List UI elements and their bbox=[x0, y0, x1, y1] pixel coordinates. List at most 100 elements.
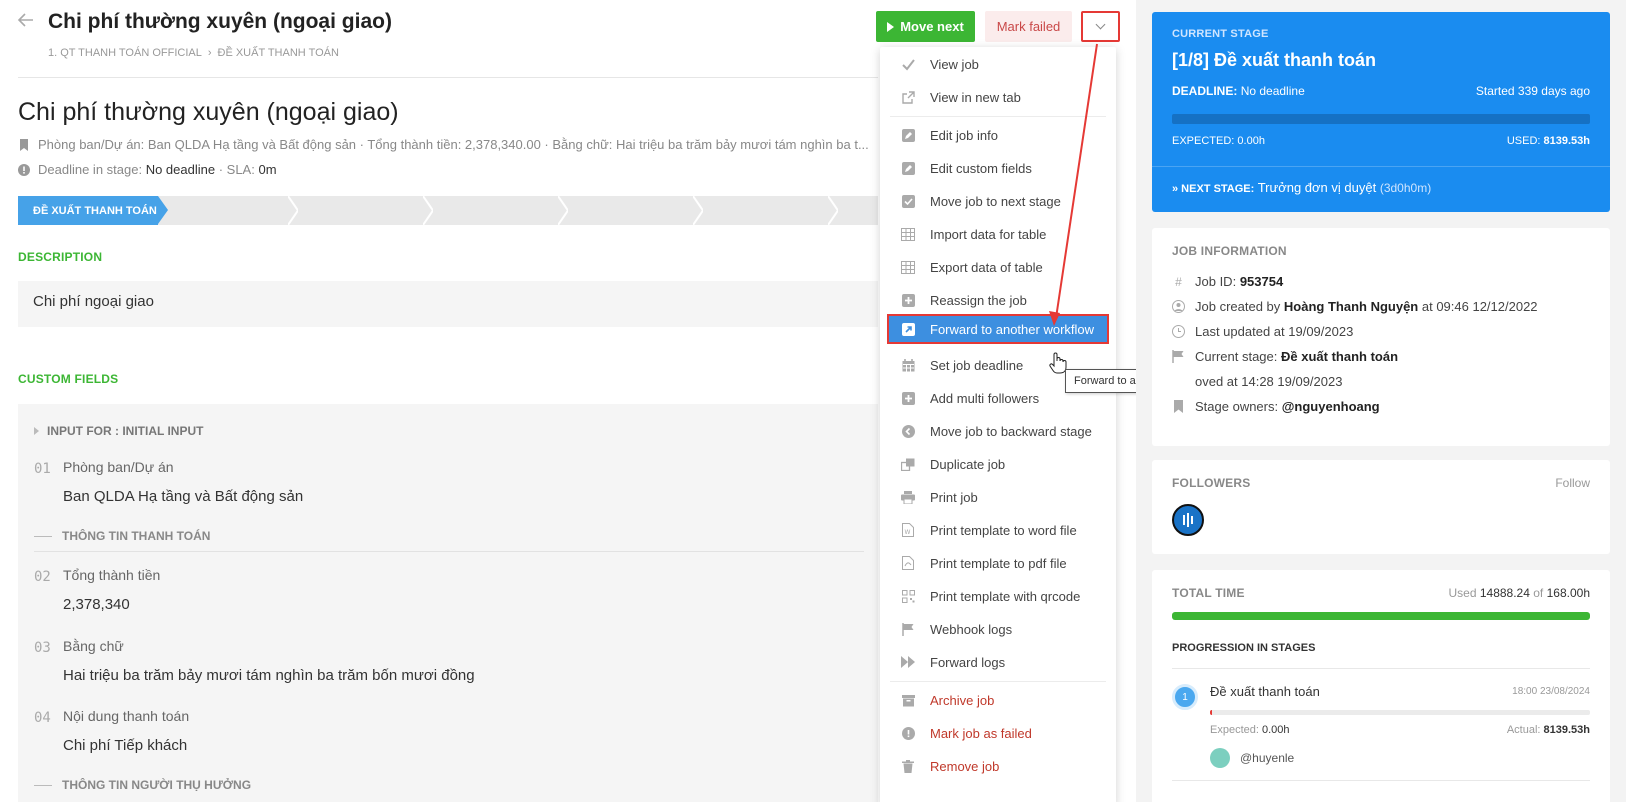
used-value: 14888.24 bbox=[1479, 586, 1530, 600]
stage-owners-value[interactable]: @nguyenhoang bbox=[1282, 399, 1380, 414]
bookmark-icon bbox=[1172, 400, 1185, 413]
menu-item-export-table[interactable]: Export data of table bbox=[880, 252, 1116, 282]
menu-item-print-qrcode[interactable]: Print template with qrcode bbox=[880, 581, 1116, 611]
sla-value: 0m bbox=[258, 162, 277, 177]
play-icon bbox=[887, 21, 895, 32]
printer-icon bbox=[901, 490, 915, 504]
field-number: 03 bbox=[34, 640, 51, 656]
menu-item-mark-failed[interactable]: Mark job as failed bbox=[880, 718, 1116, 748]
exclamation-circle-icon bbox=[18, 163, 30, 176]
menu-item-forward-workflow[interactable]: Forward to another workflow bbox=[887, 314, 1109, 344]
mark-failed-button[interactable]: Mark failed bbox=[985, 11, 1072, 42]
right-sidebar: CURRENT STAGE [1/8] Đề xuất thanh toán D… bbox=[1136, 0, 1626, 802]
deadline-label: DEADLINE: bbox=[1172, 84, 1238, 98]
breadcrumb-stage[interactable]: ĐỀ XUẤT THANH TOÁN bbox=[218, 47, 339, 59]
actual-label: Actual: bbox=[1506, 724, 1541, 736]
menu-item-view-new-tab[interactable]: View in new tab bbox=[880, 82, 1116, 112]
used-prefix: Used bbox=[1448, 586, 1477, 600]
job-id-label: Job ID: bbox=[1195, 274, 1237, 289]
moved-at-row: oved at 14:28 19/09/2023 bbox=[1172, 374, 1342, 389]
stage-step-active[interactable]: ĐỀ XUẤT THANH TOÁN bbox=[18, 196, 168, 225]
current-stage-progress bbox=[1172, 114, 1590, 124]
stage-progress-fill bbox=[1210, 710, 1212, 715]
menu-item-label: Archive job bbox=[930, 692, 995, 708]
field-value: Chi phí Tiếp khách bbox=[63, 737, 188, 754]
stage-progress-bar: ĐỀ XUẤT THANH TOÁN bbox=[18, 196, 878, 225]
menu-item-duplicate-job[interactable]: Duplicate job bbox=[880, 449, 1116, 479]
menu-item-move-next-stage[interactable]: Move job to next stage bbox=[880, 186, 1116, 216]
menu-item-label: View job bbox=[930, 56, 979, 72]
menu-item-label: Export data of table bbox=[930, 259, 1043, 275]
deadline-value: No deadline bbox=[145, 162, 216, 177]
breadcrumb: 1. QT THANH TOÁN OFFICIAL › ĐỀ XUẤT THANH … bbox=[48, 47, 339, 59]
move-next-button[interactable]: Move next bbox=[876, 11, 975, 42]
avatar bbox=[1210, 748, 1230, 768]
card-divider bbox=[1152, 166, 1610, 167]
job-deadline: Deadline in stage: No deadline · SLA: 0m bbox=[18, 162, 277, 177]
sla-label: · SLA: bbox=[218, 162, 255, 177]
external-link-icon bbox=[901, 90, 915, 104]
menu-item-label: Forward logs bbox=[930, 654, 1006, 670]
plus-square-icon bbox=[901, 391, 915, 405]
menu-item-label: Print job bbox=[930, 489, 978, 505]
follow-button[interactable]: Follow bbox=[1555, 476, 1590, 490]
follower-avatar[interactable] bbox=[1172, 504, 1204, 536]
menu-item-import-table[interactable]: Import data for table bbox=[880, 219, 1116, 249]
custom-fields-group-header[interactable]: INPUT FOR : INITIAL INPUT bbox=[34, 424, 203, 438]
current-stage-card: CURRENT STAGE [1/8] Đề xuất thanh toán D… bbox=[1152, 12, 1610, 212]
menu-item-webhook-logs[interactable]: Webhook logs bbox=[880, 614, 1116, 644]
dash-icon bbox=[34, 535, 52, 537]
back-arrow-icon[interactable] bbox=[16, 10, 36, 30]
menu-item-label: Move job to backward stage bbox=[930, 423, 1092, 439]
menu-item-view-job[interactable]: View job bbox=[880, 49, 1116, 79]
menu-item-reassign-job[interactable]: Reassign the job bbox=[880, 285, 1116, 315]
menu-item-move-backward[interactable]: Move job to backward stage bbox=[880, 416, 1116, 446]
menu-item-label: Edit job info bbox=[930, 127, 998, 143]
description-heading: DESCRIPTION bbox=[18, 250, 103, 264]
menu-item-edit-job-info[interactable]: Edit job info bbox=[880, 120, 1116, 150]
bookmark-icon bbox=[20, 138, 28, 151]
menu-item-remove-job[interactable]: Remove job bbox=[880, 751, 1116, 781]
stage-date: 18:00 23/08/2024 bbox=[1512, 686, 1590, 697]
breadcrumb-sep: › bbox=[207, 47, 212, 59]
current-stage-row: Current stage: Đề xuất thanh toán bbox=[1172, 349, 1398, 364]
chevron-down-icon bbox=[1095, 19, 1106, 30]
job-title: Chi phí thường xuyên (ngoại giao) bbox=[18, 98, 399, 126]
field-section-label: THÔNG TIN NGƯỜI THỤ HƯỞNG bbox=[62, 778, 252, 792]
field-value: Hai triệu ba trăm bảy mươi tám nghìn ba … bbox=[63, 667, 475, 684]
fast-forward-icon bbox=[901, 655, 915, 669]
created-label: Job created by bbox=[1195, 299, 1281, 314]
menu-item-label: Print template to pdf file bbox=[930, 555, 1067, 571]
menu-item-edit-custom-fields[interactable]: Edit custom fields bbox=[880, 153, 1116, 183]
current-stage-expected: EXPECTED: 0.00h bbox=[1172, 135, 1265, 147]
next-stage-value: Trưởng đơn vị duyệt bbox=[1257, 180, 1377, 195]
stage-name: Đề xuất thanh toán bbox=[1210, 684, 1320, 699]
breadcrumb-workflow[interactable]: 1. QT THANH TOÁN OFFICIAL bbox=[48, 47, 202, 59]
stage-owners-label: Stage owners: bbox=[1195, 399, 1279, 414]
next-stage: » NEXT STAGE: Trưởng đơn vị duyệt (3d0h0… bbox=[1172, 180, 1431, 195]
last-updated-row: Last updated at 19/09/2023 bbox=[1172, 324, 1353, 339]
current-stage-title: [1/8] Đề xuất thanh toán bbox=[1172, 50, 1377, 70]
total-time-progress bbox=[1172, 612, 1590, 620]
page-title: Chi phí thường xuyên (ngoại giao) bbox=[48, 10, 392, 33]
stage-step-4[interactable] bbox=[558, 196, 568, 225]
exclamation-circle-icon bbox=[901, 726, 915, 740]
stage-actual: Actual: 8139.53h bbox=[1507, 724, 1590, 736]
menu-item-forward-logs[interactable]: Forward logs bbox=[880, 647, 1116, 677]
caret-right-icon bbox=[34, 427, 39, 435]
current-stage-label: Current stage: bbox=[1195, 349, 1278, 364]
stage-step-3[interactable] bbox=[423, 196, 433, 225]
used-value: 8139.53h bbox=[1543, 135, 1590, 147]
more-actions-dropdown-button[interactable] bbox=[1081, 11, 1120, 42]
stage-step-2[interactable] bbox=[288, 196, 298, 225]
menu-item-print-job[interactable]: Print job bbox=[880, 482, 1116, 512]
hash-icon: # bbox=[1175, 274, 1182, 289]
stage-step-6[interactable] bbox=[828, 196, 838, 225]
field-label: Bằng chữ bbox=[63, 638, 124, 654]
menu-item-archive-job[interactable]: Archive job bbox=[880, 685, 1116, 715]
menu-item-print-word[interactable]: W Print template to word file bbox=[880, 515, 1116, 545]
menu-item-print-pdf[interactable]: Print template to pdf file bbox=[880, 548, 1116, 578]
stage-owner-value[interactable]: @huyenle bbox=[1240, 751, 1294, 765]
stage-step-5[interactable] bbox=[693, 196, 703, 225]
flag-icon bbox=[1172, 350, 1185, 363]
